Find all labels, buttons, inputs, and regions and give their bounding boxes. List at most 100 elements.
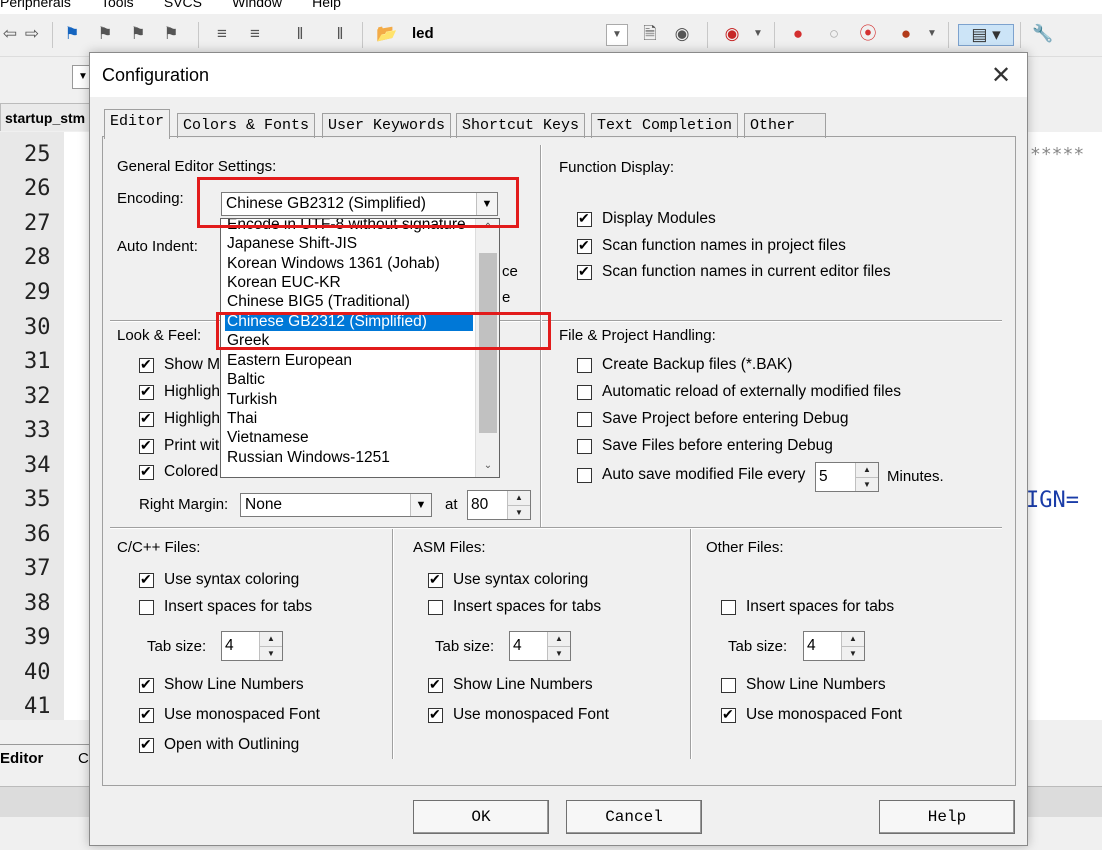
other-insert-spaces-checkbox[interactable]: Insert spaces for tabs: [721, 598, 894, 616]
chevron-down-icon[interactable]: ▼: [476, 193, 497, 215]
breakpoint-icon[interactable]: ●: [788, 24, 808, 44]
asm-monospaced-checkbox[interactable]: Use monospaced Font: [428, 706, 609, 724]
checkbox-box[interactable]: [428, 571, 443, 588]
chevron-down-icon[interactable]: ▼: [606, 24, 628, 46]
checkbox-box[interactable]: [577, 263, 592, 280]
scan-editor-files-checkbox[interactable]: Scan function names in current editor fi…: [577, 263, 891, 281]
checkbox-box[interactable]: [139, 571, 154, 588]
spin-down-icon[interactable]: ▼: [842, 647, 864, 661]
checkbox-box[interactable]: [139, 599, 154, 615]
spin-down-icon[interactable]: ▼: [856, 478, 878, 492]
checkbox-box[interactable]: [139, 356, 154, 373]
indent-icon[interactable]: ≡: [212, 24, 232, 44]
encoding-dropdown-list[interactable]: Encode in UTF-8 without signature Japane…: [220, 218, 500, 478]
bookmark-next-icon[interactable]: ⚑: [128, 24, 148, 44]
encoding-select[interactable]: Chinese GB2312 (Simplified) ▼: [221, 192, 498, 216]
scrollbar-thumb[interactable]: [479, 253, 497, 433]
tab-shortcut-keys[interactable]: Shortcut Keys: [456, 113, 586, 138]
encoding-option[interactable]: Turkish: [225, 390, 473, 409]
autosave-minutes-spinner[interactable]: 5 ▲ ▼: [815, 462, 879, 492]
asm-syntax-coloring-checkbox[interactable]: Use syntax coloring: [428, 571, 588, 589]
cpp-monospaced-checkbox[interactable]: Use monospaced Font: [139, 706, 320, 724]
tab-c[interactable]: C: [78, 750, 89, 767]
uncomment-icon[interactable]: ‖: [330, 24, 350, 44]
spin-up-icon[interactable]: ▲: [842, 632, 864, 647]
chevron-down-icon[interactable]: ▼: [922, 24, 942, 44]
encoding-option[interactable]: Baltic: [225, 370, 473, 389]
cpp-insert-spaces-checkbox[interactable]: Insert spaces for tabs: [139, 598, 312, 616]
asm-tab-size-spinner[interactable]: 4 ▲ ▼: [509, 631, 571, 661]
asm-line-numbers-checkbox[interactable]: Show Line Numbers: [428, 676, 593, 694]
look-feel-checkbox-2[interactable]: Highligh: [139, 383, 220, 401]
display-modules-checkbox[interactable]: Display Modules: [577, 210, 716, 228]
menu-peripherals[interactable]: Peripherals: [0, 0, 71, 10]
asm-insert-spaces-checkbox[interactable]: Insert spaces for tabs: [428, 598, 601, 616]
spin-down-icon[interactable]: ▼: [508, 506, 530, 520]
checkbox-box[interactable]: [428, 676, 443, 693]
encoding-option[interactable]: Greek: [225, 331, 473, 350]
comment-icon[interactable]: ‖: [290, 24, 310, 44]
right-margin-select[interactable]: None ▼: [240, 493, 432, 517]
encoding-option[interactable]: Vietnamese: [225, 428, 473, 447]
look-feel-checkbox-3[interactable]: Highligh: [139, 410, 220, 428]
checkbox-box[interactable]: [139, 410, 154, 427]
spin-up-icon[interactable]: ▲: [260, 632, 282, 647]
bookmark-clear-icon[interactable]: ⚑: [161, 24, 181, 44]
look-feel-checkbox-5[interactable]: Colored: [139, 463, 218, 481]
cancel-button[interactable]: Cancel: [566, 800, 702, 834]
scroll-up-icon[interactable]: ⌃: [476, 219, 499, 237]
create-backup-checkbox[interactable]: Create Backup files (*.BAK): [577, 356, 792, 374]
chevron-down-icon[interactable]: ▼: [748, 24, 768, 44]
breakpoint-kill-icon[interactable]: ⦿: [858, 24, 878, 44]
file-tab[interactable]: startup_stm: [0, 103, 92, 131]
checkbox-box[interactable]: [139, 736, 154, 753]
encoding-option[interactable]: Encode in UTF-8 without signature: [225, 219, 473, 234]
tab-colors-fonts[interactable]: Colors & Fonts: [177, 113, 316, 138]
checkbox-box[interactable]: [577, 411, 592, 427]
breakpoint-options-icon[interactable]: ●: [896, 24, 916, 44]
menu-help[interactable]: Help: [312, 0, 341, 10]
breakpoint-disable-icon[interactable]: ○: [824, 24, 844, 44]
checkbox-box[interactable]: [577, 438, 592, 454]
spin-down-icon[interactable]: ▼: [260, 647, 282, 661]
encoding-option[interactable]: Eastern European: [225, 351, 473, 370]
dropdown-scrollbar[interactable]: ⌃ ⌄: [475, 219, 499, 477]
window-layout-icon[interactable]: ▤ ▾: [958, 24, 1014, 46]
back-arrow-icon[interactable]: ⇦: [0, 24, 20, 44]
save-project-debug-checkbox[interactable]: Save Project before entering Debug: [577, 410, 848, 428]
other-tab-size-spinner[interactable]: 4 ▲ ▼: [803, 631, 865, 661]
autosave-checkbox[interactable]: Auto save modified File every: [577, 466, 805, 484]
checkbox-box[interactable]: [139, 706, 154, 723]
tab-user-keywords[interactable]: User Keywords: [322, 113, 452, 138]
checkbox-box[interactable]: [139, 383, 154, 400]
checkbox-box[interactable]: [577, 357, 592, 373]
debug-search-icon[interactable]: ◉: [722, 24, 742, 44]
file-icon[interactable]: 🗎: [640, 24, 660, 44]
spin-up-icon[interactable]: ▲: [548, 632, 570, 647]
checkbox-box[interactable]: [577, 237, 592, 254]
tab-text-completion[interactable]: Text Completion: [591, 113, 739, 138]
menu-window[interactable]: Window: [232, 0, 282, 10]
tab-editor[interactable]: Editor: [104, 109, 171, 139]
auto-reload-checkbox[interactable]: Automatic reload of externally modified …: [577, 383, 901, 401]
encoding-option-selected[interactable]: Chinese GB2312 (Simplified): [224, 311, 474, 332]
save-files-debug-checkbox[interactable]: Save Files before entering Debug: [577, 437, 833, 455]
menu-svcs[interactable]: SVCS: [164, 0, 202, 10]
other-monospaced-checkbox[interactable]: Use monospaced Font: [721, 706, 902, 724]
encoding-option[interactable]: Thai: [225, 409, 473, 428]
tab-editor[interactable]: Editor: [0, 750, 43, 767]
look-feel-checkbox-4[interactable]: Print wit: [139, 437, 219, 455]
ok-button[interactable]: OK: [413, 800, 549, 834]
help-button[interactable]: Help: [879, 800, 1015, 834]
checkbox-box[interactable]: [577, 384, 592, 400]
other-line-numbers-checkbox[interactable]: Show Line Numbers: [721, 676, 886, 694]
checkbox-box[interactable]: [721, 677, 736, 693]
right-margin-spinner[interactable]: 80 ▲ ▼: [467, 490, 531, 520]
find-in-files-icon[interactable]: 📂: [376, 24, 397, 44]
checkbox-box[interactable]: [428, 706, 443, 723]
scroll-down-icon[interactable]: ⌄: [476, 457, 499, 475]
tab-other[interactable]: Other: [744, 113, 826, 138]
encoding-option[interactable]: Korean EUC-KR: [225, 273, 473, 292]
checkbox-box[interactable]: [721, 706, 736, 723]
checkbox-box[interactable]: [428, 599, 443, 615]
